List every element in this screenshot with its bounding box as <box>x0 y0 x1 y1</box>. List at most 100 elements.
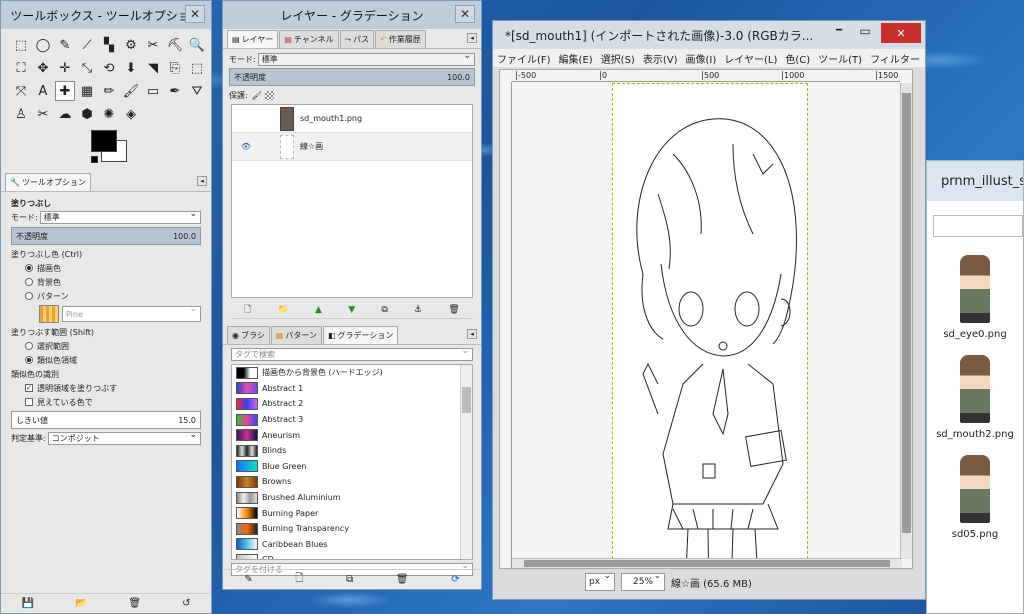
gradient-item[interactable]: Abstract 1 <box>232 381 458 397</box>
ink-icon[interactable]: ♙ <box>11 104 31 124</box>
scissors-select-icon[interactable]: ⚙ <box>121 35 141 55</box>
lock-pixels-icon[interactable]: 🖌 <box>252 91 262 100</box>
layer-mode-select[interactable]: 標準 <box>257 51 475 66</box>
gradient-item[interactable]: Burning Paper <box>232 505 458 521</box>
canvas-vscrollbar[interactable] <box>900 83 912 559</box>
explorer-titlebar[interactable]: prnm_illust_s <box>927 161 1023 201</box>
tab-patterns[interactable]: ▦ パターン <box>270 326 322 344</box>
mode-select[interactable]: 標準 <box>39 209 201 224</box>
canvas[interactable] <box>612 83 808 568</box>
align-icon[interactable]: ⤡ <box>77 58 97 78</box>
raise-layer-icon[interactable]: ▲ <box>315 305 322 315</box>
paths-icon[interactable]: ⛏ <box>165 35 185 55</box>
new-gradient-icon[interactable]: 🗋 <box>295 571 303 588</box>
pencil-icon[interactable]: 🖌 <box>121 81 141 101</box>
paintbrush-icon[interactable]: ▭ <box>143 81 163 101</box>
smudge-icon[interactable]: ◈ <box>121 104 141 124</box>
gradient-item[interactable]: Burning Transparency <box>232 521 458 537</box>
delete-options-icon[interactable]: 🗑 <box>128 598 141 609</box>
tab-channels[interactable]: ▤ チャンネル <box>279 30 339 48</box>
close-icon[interactable]: ✕ <box>455 5 475 23</box>
minimize-button[interactable]: ━ <box>827 25 851 36</box>
measure-icon[interactable]: ✥ <box>33 58 53 78</box>
menu-item[interactable]: ツール(T) <box>818 51 862 66</box>
delete-layer-icon[interactable]: 🗑 <box>448 305 459 315</box>
rotate-icon[interactable]: ⬇ <box>121 58 141 78</box>
duplicate-gradient-icon[interactable]: ⧉ <box>346 574 353 585</box>
tab-gradients[interactable]: ◧ グラデーション <box>323 326 399 344</box>
tab-menu-icon[interactable]: ◂ <box>467 329 477 339</box>
layer-item-selected[interactable]: 👁 線☆画 <box>232 133 472 161</box>
duplicate-layer-icon[interactable]: ⧉ <box>381 305 387 315</box>
fill-bg-radio[interactable]: 背景色 <box>1 275 211 289</box>
free-select-icon[interactable]: ✎ <box>55 35 75 55</box>
fill-fg-radio[interactable]: 描画色 <box>1 261 211 275</box>
gradient-scrollbar[interactable] <box>460 365 472 559</box>
lower-layer-icon[interactable]: ▼ <box>348 305 355 315</box>
gradient-item[interactable]: Abstract 2 <box>232 396 458 412</box>
crop-icon[interactable]: ⟲ <box>99 58 119 78</box>
eye-icon[interactable]: 👁 <box>232 142 260 151</box>
airbrush-icon[interactable]: ⛛ <box>187 81 207 101</box>
file-item[interactable]: sd_eye0.png <box>927 255 1023 355</box>
bucket-fill-icon[interactable]: ▦ <box>77 81 97 101</box>
layer-group-icon[interactable]: 📁 <box>278 305 289 315</box>
menu-item[interactable]: 編集(E) <box>559 51 593 66</box>
vertical-ruler[interactable] <box>500 82 512 568</box>
gradient-item[interactable]: Brushed Aluminium <box>232 490 458 506</box>
affected-similar-radio[interactable]: 類似色領域 <box>1 353 211 367</box>
menu-item[interactable]: 選択(S) <box>601 51 635 66</box>
fill-pattern-radio[interactable]: パターン <box>1 289 211 303</box>
zoom-icon[interactable]: ⛶ <box>11 58 31 78</box>
close-button[interactable]: ✕ <box>881 23 921 43</box>
foreground-select-icon[interactable]: ✂ <box>143 35 163 55</box>
cage-transform-icon[interactable]: A <box>33 81 53 101</box>
menu-item[interactable]: ファイル(F) <box>497 51 551 66</box>
color-select-icon[interactable]: ▚ <box>99 35 119 55</box>
menu-item[interactable]: 色(C) <box>785 51 810 66</box>
close-icon[interactable]: ✕ <box>185 5 205 23</box>
default-colors-icon[interactable] <box>91 156 98 163</box>
menu-item[interactable]: フィルター <box>870 51 920 66</box>
transparent-fill-checkbox[interactable]: ✓ 透明領域を塗りつぶす <box>1 381 211 395</box>
gradient-item[interactable]: Blue Green <box>232 459 458 475</box>
layers-titlebar[interactable]: レイヤー - グラデーション ✕ <box>223 1 481 29</box>
eraser-icon[interactable]: ✒ <box>165 81 185 101</box>
maximize-button[interactable]: ▭ <box>853 24 877 38</box>
tab-brushes[interactable]: ◉ ブラシ <box>227 326 270 344</box>
save-options-icon[interactable]: 💾 <box>22 598 34 609</box>
gradient-item[interactable]: CD <box>232 552 458 559</box>
menu-item[interactable]: 表示(V) <box>643 51 678 66</box>
gradient-item[interactable]: Blinds <box>232 443 458 459</box>
clone-icon[interactable]: ✂ <box>33 104 53 124</box>
fuzzy-select-icon[interactable]: ⟋ <box>77 35 97 55</box>
tab-history[interactable]: ↶ 作業履歴 <box>375 30 426 48</box>
file-item[interactable]: sd_mouth2.png <box>927 355 1023 455</box>
tab-menu-icon[interactable]: ◂ <box>197 176 207 186</box>
anchor-layer-icon[interactable]: ⚓ <box>414 305 422 315</box>
scroll-thumb[interactable] <box>462 387 471 413</box>
gradient-item[interactable]: Caribbean Blues <box>232 537 458 553</box>
layer-opacity-slider[interactable]: 不透明度 100.0 <box>229 68 475 86</box>
scale-icon[interactable]: ◥ <box>143 58 163 78</box>
color-picker-icon[interactable]: 🔍 <box>187 35 207 55</box>
tab-menu-icon[interactable]: ◂ <box>467 33 477 43</box>
opacity-slider[interactable]: 不透明度 100.0 <box>11 227 201 245</box>
flip-icon[interactable]: ⤧ <box>11 81 31 101</box>
affected-selection-radio[interactable]: 選択範囲 <box>1 339 211 353</box>
delete-gradient-icon[interactable]: 🗑 <box>396 574 409 585</box>
canvas-hscrollbar[interactable] <box>512 558 902 568</box>
gradient-item[interactable]: Browns <box>232 474 458 490</box>
zoom-select[interactable]: 25% <box>621 571 665 591</box>
pattern-name-field[interactable]: Pine <box>62 304 201 322</box>
scroll-thumb[interactable] <box>902 93 911 533</box>
gradient-search-input[interactable]: タグで検索 <box>231 346 473 361</box>
blur-icon[interactable]: ✺ <box>99 104 119 124</box>
text-icon[interactable]: ✚ <box>55 81 75 101</box>
gradient-item[interactable]: Abstract 3 <box>232 412 458 428</box>
tab-layers[interactable]: ▤ レイヤー <box>227 30 279 48</box>
move-icon[interactable]: ✛ <box>55 58 75 78</box>
toolbox-titlebar[interactable]: ツールボックス - ツールオプション ✕ <box>1 1 211 29</box>
rect-select-icon[interactable]: ⬚ <box>11 35 31 55</box>
pattern-swatch[interactable] <box>39 305 59 323</box>
